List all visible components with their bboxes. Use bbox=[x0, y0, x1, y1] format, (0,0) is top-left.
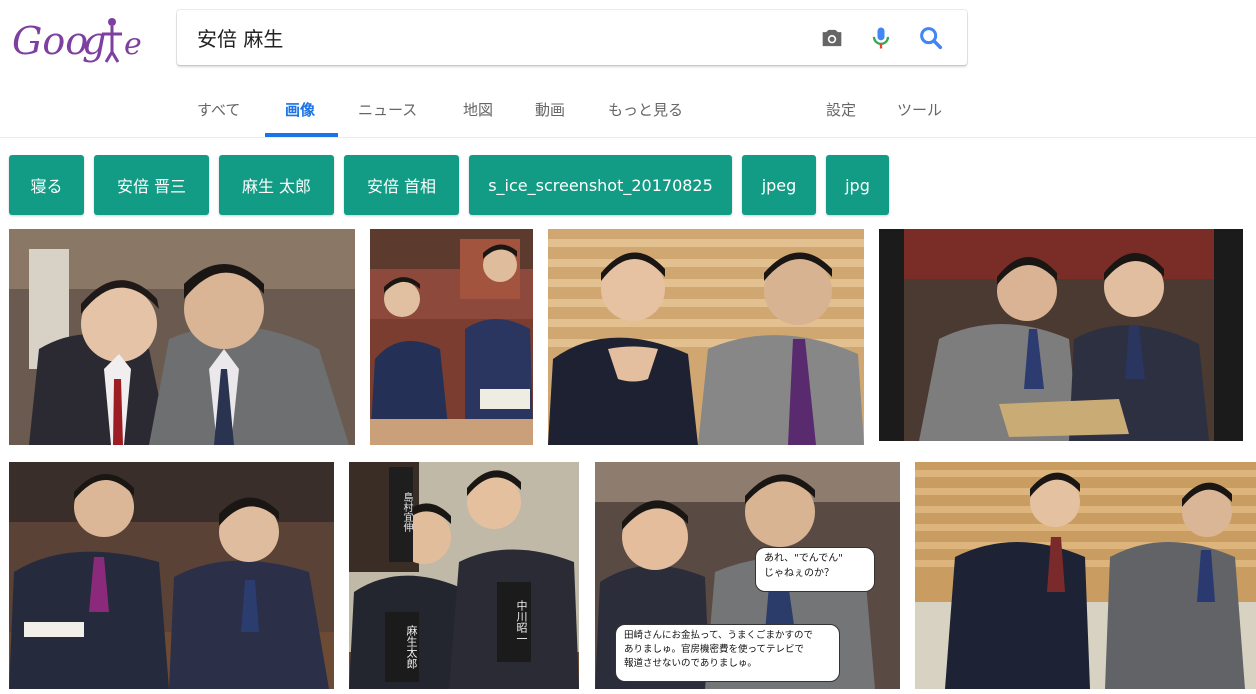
related-chip[interactable]: jpeg bbox=[742, 155, 816, 215]
svg-text:e: e bbox=[124, 27, 142, 62]
search-icon[interactable] bbox=[917, 24, 945, 52]
active-tab-indicator bbox=[265, 133, 338, 137]
related-chip[interactable]: jpg bbox=[826, 155, 889, 215]
tab-maps[interactable]: 地図 bbox=[463, 99, 493, 120]
search-box bbox=[177, 10, 967, 65]
placard-name: 中川昭一 bbox=[515, 600, 528, 644]
image-result[interactable] bbox=[370, 229, 533, 445]
placard-name: 島村宜伸 bbox=[401, 492, 412, 532]
speech-bubble: 田崎さんにお金払って、うまくごまかすので ありましゅ。官房機密費を使ってテレビで… bbox=[615, 624, 840, 682]
image-result[interactable] bbox=[9, 229, 355, 445]
related-chip[interactable]: 安倍 首相 bbox=[344, 155, 459, 215]
image-result[interactable] bbox=[9, 462, 334, 689]
related-chip[interactable]: 寝る bbox=[9, 155, 84, 215]
svg-text:g: g bbox=[82, 19, 106, 63]
speech-bubble: あれ、"でんでん" じゃねぇのか？ bbox=[755, 547, 875, 592]
image-result[interactable] bbox=[548, 229, 864, 445]
related-chip[interactable]: s_ice_screenshot_20170825 bbox=[469, 155, 732, 215]
tab-tools[interactable]: ツール bbox=[897, 99, 942, 120]
image-result[interactable] bbox=[915, 462, 1256, 689]
microphone-icon[interactable] bbox=[867, 24, 895, 52]
search-input[interactable] bbox=[197, 22, 797, 52]
tab-news[interactable]: ニュース bbox=[358, 99, 417, 120]
related-chip[interactable]: 麻生 太郎 bbox=[219, 155, 334, 215]
image-result[interactable]: 麻生太郎 中川昭一 島村宜伸 bbox=[349, 462, 579, 689]
google-doodle-logo[interactable]: Goo g e bbox=[12, 12, 152, 68]
tab-images[interactable]: 画像 bbox=[285, 99, 315, 120]
placard-name: 麻生太郎 bbox=[405, 625, 418, 669]
image-result[interactable] bbox=[879, 229, 1243, 441]
tab-more[interactable]: もっと見る bbox=[608, 99, 683, 120]
related-chip[interactable]: 安倍 晋三 bbox=[94, 155, 209, 215]
svg-text:Goo: Goo bbox=[12, 19, 88, 63]
search-tabs: すべて 画像 ニュース 地図 動画 もっと見る 設定 ツール bbox=[0, 80, 1256, 138]
tab-settings[interactable]: 設定 bbox=[826, 99, 856, 120]
camera-icon[interactable] bbox=[818, 24, 846, 52]
tab-all[interactable]: すべて bbox=[197, 99, 240, 120]
tab-videos[interactable]: 動画 bbox=[535, 99, 565, 120]
image-result[interactable]: あれ、"でんでん" じゃねぇのか？ 田崎さんにお金払って、うまくごまかすので あ… bbox=[595, 462, 900, 689]
